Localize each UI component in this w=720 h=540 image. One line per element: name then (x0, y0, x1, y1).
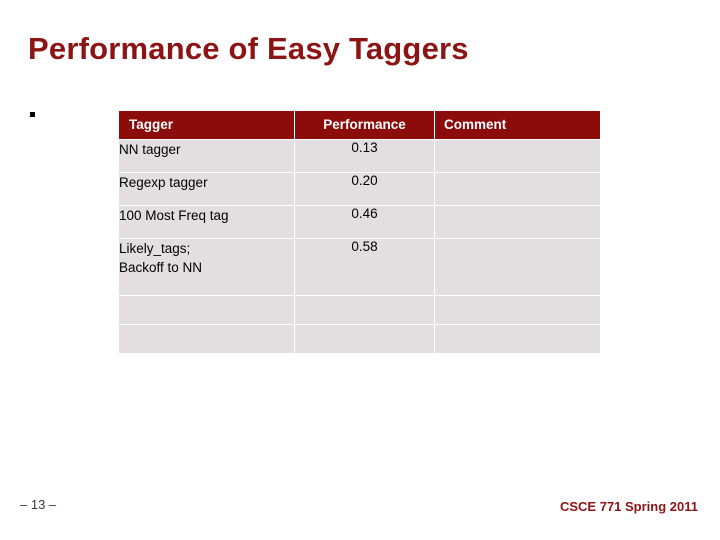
page-title: Performance of Easy Taggers (28, 31, 469, 66)
cell-comment (434, 238, 601, 296)
column-header-comment: Comment (434, 110, 601, 140)
slide-number: – 13 – (20, 497, 57, 512)
table-header-row: Tagger Performance Comment (118, 110, 601, 140)
table-header: Tagger Performance Comment (118, 110, 601, 140)
table-row (118, 295, 601, 325)
cell-tagger: Likely_tags; Backoff to NN (118, 238, 295, 296)
performance-table: Tagger Performance Comment NN tagger 0.1… (118, 110, 601, 354)
table-row: Regexp tagger 0.20 (118, 172, 601, 206)
slide: Performance of Easy Taggers Tagger Perfo… (0, 0, 720, 540)
cell-tagger: Regexp tagger (118, 172, 295, 206)
table-row (118, 324, 601, 354)
cell-performance: 0.20 (294, 172, 435, 206)
cell-tagger (118, 324, 295, 354)
column-header-performance: Performance (294, 110, 435, 140)
table-row: Likely_tags; Backoff to NN 0.58 (118, 238, 601, 296)
cell-comment (434, 295, 601, 325)
cell-comment (434, 139, 601, 173)
cell-comment (434, 324, 601, 354)
cell-performance (294, 324, 435, 354)
table-row: 100 Most Freq tag 0.46 (118, 205, 601, 239)
cell-performance: 0.46 (294, 205, 435, 239)
bullet-marker (30, 112, 35, 117)
cell-comment (434, 172, 601, 206)
performance-table-container: Tagger Performance Comment NN tagger 0.1… (118, 110, 601, 354)
column-header-tagger: Tagger (118, 110, 295, 140)
cell-performance (294, 295, 435, 325)
course-label: CSCE 771 Spring 2011 (559, 499, 698, 514)
table-body: NN tagger 0.13 Regexp tagger 0.20 100 Mo… (118, 139, 601, 354)
table-row: NN tagger 0.13 (118, 139, 601, 173)
cell-performance: 0.58 (294, 238, 435, 296)
cell-comment (434, 205, 601, 239)
cell-tagger: 100 Most Freq tag (118, 205, 295, 239)
cell-performance: 0.13 (294, 139, 435, 173)
cell-tagger (118, 295, 295, 325)
cell-tagger: NN tagger (118, 139, 295, 173)
